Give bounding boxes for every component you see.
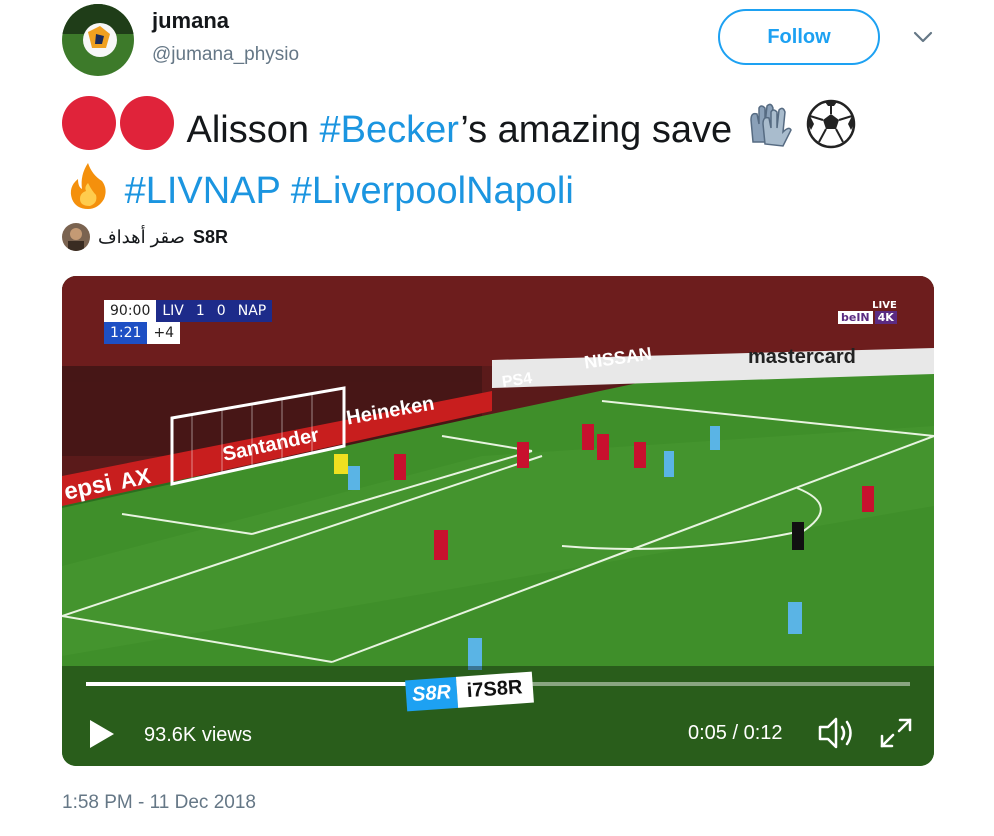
scoreboard: 90:00 LIV 1 0 NAP 1:21 +4 [104, 300, 273, 344]
source-arabic-name: صقر أهداف [98, 226, 185, 247]
scoreboard-home-score: 1 [189, 300, 211, 322]
scoreboard-added-time: +4 [147, 322, 181, 344]
video-attribution[interactable]: صقر أهداف S8R [62, 222, 228, 252]
user-name[interactable]: jumana [152, 8, 229, 34]
channel-quality: 4K [874, 311, 897, 324]
follow-button[interactable]: Follow [718, 9, 880, 65]
source-name: S8R [192, 226, 228, 247]
tweet-timestamp[interactable]: 1:58 PM - 11 Dec 2018 [62, 792, 256, 814]
source-avatar [62, 223, 90, 251]
red-circle-icon [120, 96, 174, 150]
video-time: 0:05 / 0:12 [688, 722, 783, 744]
tweet-line-2: #LIVNAP #LiverpoolNapoli [62, 159, 962, 220]
scoreboard-away: NAP [231, 300, 273, 322]
soccer-ball-icon [807, 99, 856, 149]
hashtag-liverpoolnapoli[interactable]: #LiverpoolNapoli [291, 170, 574, 212]
channel-live-label: LIVE [872, 300, 897, 311]
fire-icon [70, 163, 106, 209]
tweet-line-1: Alisson #Becker’s amazing save [62, 96, 962, 159]
tweet-text: Alisson #Becker’s amazing save #LIVNAP #… [62, 96, 962, 220]
scoreboard-home: LIV [156, 300, 190, 322]
volume-icon[interactable] [818, 716, 858, 750]
play-icon[interactable] [88, 718, 116, 750]
tweet-text-part: Alisson [186, 109, 320, 151]
user-handle[interactable]: @jumana_physio [152, 44, 299, 66]
source-avatar-icon [62, 223, 90, 251]
scoreboard-added-clock: 1:21 [104, 322, 148, 344]
watermark-text: i7S8R [455, 671, 534, 708]
gloves-icon [749, 103, 792, 147]
scoreboard-away-score: 0 [210, 300, 232, 322]
red-circle-icon [62, 96, 116, 150]
watermark-logo: S8R [405, 676, 459, 712]
channel-name: beIN [838, 311, 873, 324]
tweet-text-part: ’s amazing save [460, 109, 733, 151]
soccer-ball-avatar-icon [62, 4, 134, 76]
video-player[interactable]: Santander Heineken epsi AX NISSAN PS4 ma… [62, 276, 934, 766]
channel-logo: LIVE beIN 4K [838, 300, 897, 324]
hashtag-becker[interactable]: #Becker [320, 109, 461, 151]
ad-board-mastercard: mastercard [748, 346, 856, 368]
scoreboard-clock: 90:00 [110, 303, 151, 319]
hashtag-livnap[interactable]: #LIVNAP [125, 170, 281, 212]
avatar[interactable] [62, 4, 134, 76]
view-count: 93.6K views [144, 724, 252, 746]
fullscreen-icon[interactable] [878, 716, 914, 750]
chevron-down-icon[interactable] [912, 26, 934, 48]
video-progress-fill [86, 682, 433, 686]
